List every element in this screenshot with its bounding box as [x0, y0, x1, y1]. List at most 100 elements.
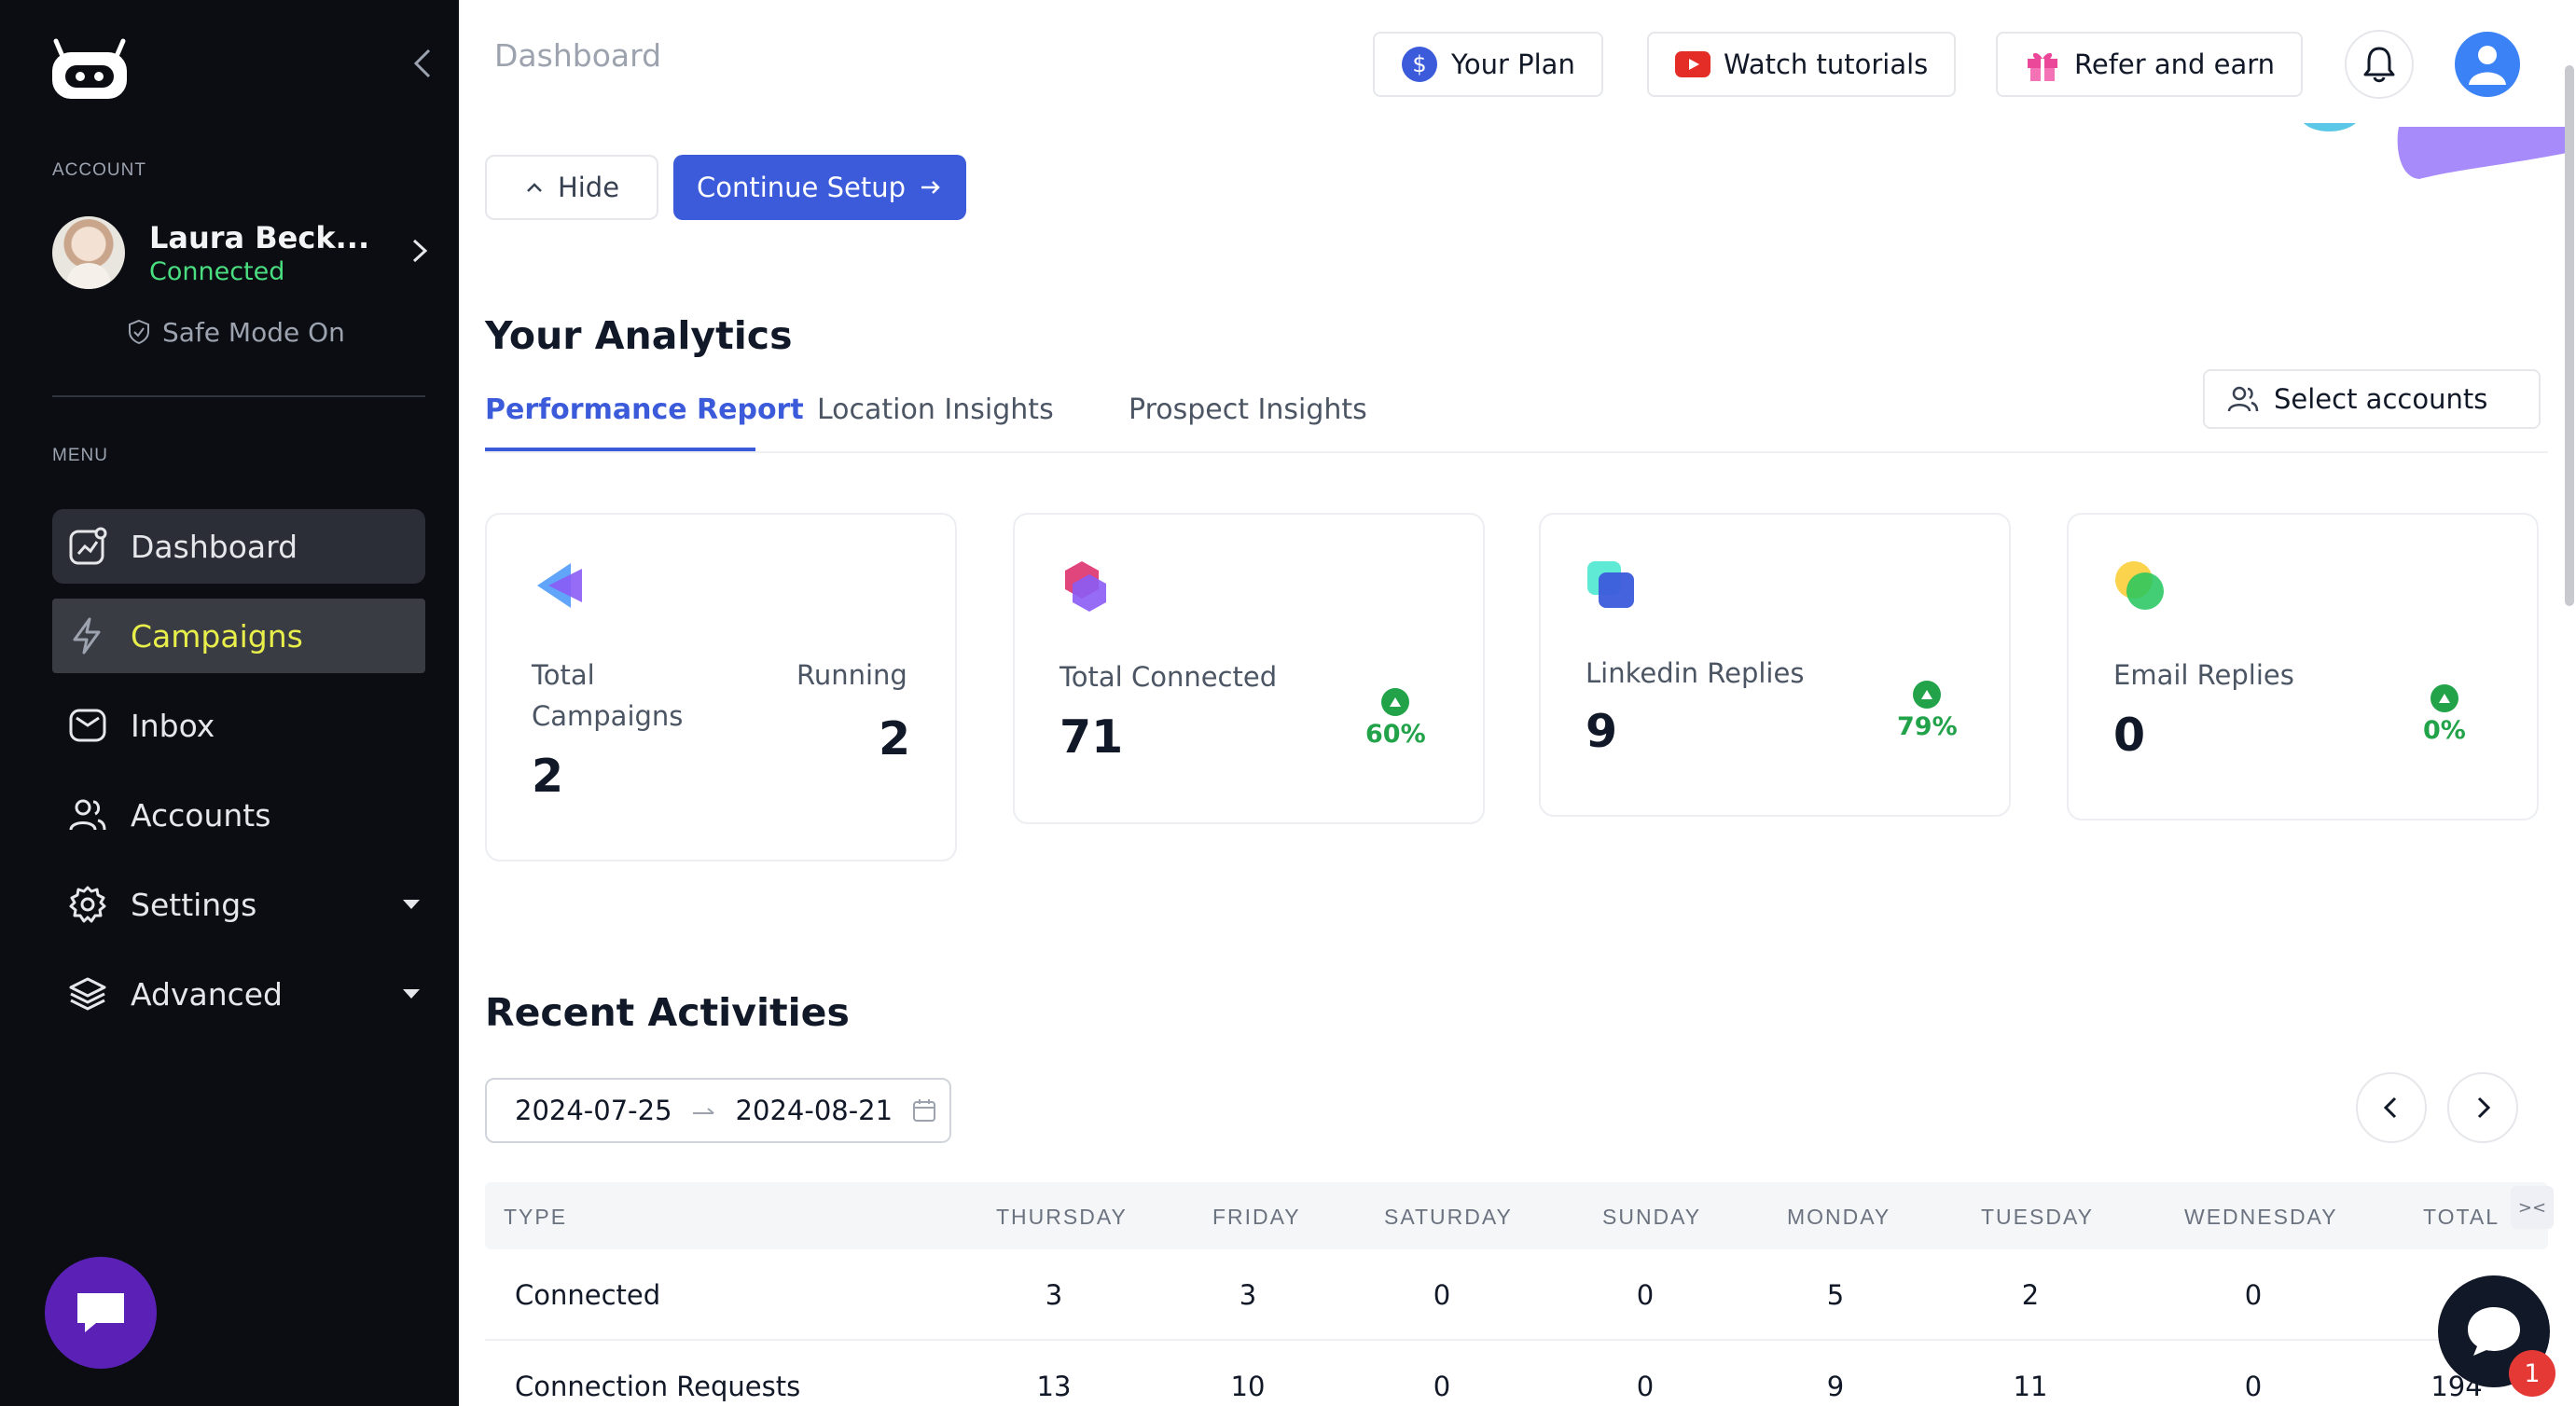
table-row: Connected 3 3 0 0 5 2 0: [485, 1249, 2548, 1341]
recent-activities-title: Recent Activities: [485, 990, 850, 1035]
sidebar-divider: [52, 395, 425, 397]
page-scrollbar[interactable]: [2565, 65, 2574, 606]
row-type: Connected: [515, 1279, 661, 1311]
arrow-right-icon: [692, 1108, 714, 1114]
profile-button[interactable]: [2455, 32, 2520, 97]
minimize-chat-icon[interactable]: ><: [2511, 1186, 2554, 1229]
chevron-up-icon: [527, 183, 542, 192]
continue-setup-label: Continue Setup: [696, 172, 907, 203]
sidebar: ACCOUNT Laura Beck... Connected Safe Mod…: [0, 0, 459, 1406]
total-campaigns-value: 2: [532, 750, 564, 803]
select-accounts-button[interactable]: Select accounts: [2203, 369, 2541, 429]
account-switcher[interactable]: Laura Beck... Connected: [52, 214, 428, 291]
sidebar-item-dashboard[interactable]: Dashboard: [52, 509, 425, 584]
sidebar-item-settings[interactable]: Settings: [52, 867, 425, 942]
robot-logo-icon[interactable]: [48, 37, 131, 103]
shield-check-icon: [129, 319, 149, 345]
lightning-icon: [73, 617, 101, 655]
cell-monday: 9: [1826, 1371, 1845, 1402]
cell-monday: 5: [1826, 1279, 1845, 1311]
column-header-thursday: THURSDAY: [996, 1205, 1128, 1229]
column-header-wednesday: WEDNESDAY: [2184, 1205, 2338, 1229]
svg-text:$: $: [1412, 51, 1426, 77]
gear-icon: [69, 886, 106, 923]
page-title: Dashboard: [494, 37, 662, 74]
watch-tutorials-label: Watch tutorials: [1724, 48, 1929, 80]
tab-location-insights[interactable]: Location Insights: [817, 393, 1054, 426]
linkedin-replies-card: Linkedin Replies 9 79%: [1539, 513, 2011, 817]
column-header-friday: FRIDAY: [1212, 1205, 1301, 1229]
calendar-icon: [913, 1099, 936, 1122]
notifications-button[interactable]: [2345, 30, 2414, 99]
caret-down-icon: [403, 900, 420, 909]
hide-setup-button[interactable]: Hide: [485, 155, 658, 220]
refer-and-earn-button[interactable]: Refer and earn: [1996, 32, 2304, 97]
youtube-icon: [1675, 51, 1710, 77]
caret-down-icon: [403, 989, 420, 999]
linkedin-replies-card-icon: [1587, 561, 1634, 608]
arrow-up-icon: [1913, 681, 1942, 709]
sidebar-item-label: Campaigns: [131, 617, 303, 655]
date-end[interactable]: 2024-08-21: [736, 1095, 893, 1126]
email-replies-card-icon: [2115, 561, 2164, 610]
cell-tuesday: 11: [2013, 1371, 2048, 1402]
total-campaigns-card: Total Campaigns 2 Running 2: [485, 513, 957, 862]
cell-friday: 10: [1230, 1371, 1266, 1402]
chevron-right-icon: [403, 235, 435, 267]
sidebar-item-inbox[interactable]: Inbox: [52, 688, 425, 763]
chevron-right-icon: [2477, 1096, 2491, 1119]
select-accounts-label: Select accounts: [2274, 383, 2488, 415]
cell-thursday: 3: [1045, 1279, 1063, 1311]
connected-card-icon: [1065, 561, 1106, 612]
menu-section-label: MENU: [52, 446, 108, 465]
chevron-left-icon: [2383, 1096, 2397, 1119]
sidebar-item-label: Inbox: [131, 707, 215, 744]
sidebar-item-campaigns[interactable]: Campaigns: [52, 599, 425, 673]
total-campaigns-label-line1: Total: [532, 659, 595, 691]
sidebar-item-advanced[interactable]: Advanced: [52, 957, 425, 1031]
running-label: Running: [796, 659, 907, 691]
total-connected-percent: 60%: [1365, 720, 1426, 749]
active-tab-indicator: [485, 448, 755, 451]
continue-setup-button[interactable]: Continue Setup: [673, 155, 966, 220]
refer-and-earn-label: Refer and earn: [2074, 48, 2276, 80]
total-connected-label: Total Connected: [1059, 661, 1278, 693]
sidebar-item-label: Dashboard: [131, 528, 298, 565]
tab-prospect-insights[interactable]: Prospect Insights: [1129, 393, 1367, 426]
your-plan-button[interactable]: $ Your Plan: [1373, 32, 1603, 97]
cell-sunday: 0: [1636, 1279, 1655, 1311]
total-campaigns-label: Total Campaigns: [532, 655, 683, 737]
table-header: TYPE THURSDAY FRIDAY SATURDAY SUNDAY MON…: [485, 1182, 2548, 1249]
sidebar-item-label: Advanced: [131, 975, 284, 1013]
arrow-right-icon: [921, 181, 940, 194]
sidebar-item-accounts[interactable]: Accounts: [52, 778, 425, 852]
linkedin-replies-value: 9: [1586, 705, 1618, 758]
cell-friday: 3: [1239, 1279, 1257, 1311]
account-name: Laura Beck...: [149, 220, 370, 255]
column-header-type: TYPE: [504, 1205, 568, 1229]
cell-thursday: 13: [1036, 1371, 1072, 1402]
cell-wednesday: 0: [2244, 1279, 2263, 1311]
watch-tutorials-button[interactable]: Watch tutorials: [1647, 32, 1957, 97]
gift-icon: [2028, 52, 2057, 81]
date-start[interactable]: 2024-07-25: [515, 1095, 672, 1126]
linkedin-replies-label: Linkedin Replies: [1586, 657, 1805, 689]
tab-performance-report[interactable]: Performance Report: [485, 393, 804, 426]
date-range-picker[interactable]: 2024-07-25 2024-08-21: [485, 1078, 951, 1143]
cell-tuesday: 2: [2021, 1279, 2040, 1311]
collapse-sidebar-icon[interactable]: [405, 45, 442, 82]
email-replies-value: 0: [2113, 709, 2146, 762]
next-week-button[interactable]: [2447, 1072, 2518, 1143]
support-chat-button[interactable]: [45, 1257, 157, 1369]
arrow-up-icon: [2430, 684, 2458, 712]
user-icon: [2469, 46, 2506, 85]
layers-icon: [69, 977, 106, 1011]
previous-week-button[interactable]: [2356, 1072, 2427, 1143]
running-value: 2: [879, 712, 911, 765]
notification-count-badge: 1: [2509, 1350, 2555, 1397]
main-content: Dashboard $ Your Plan Watch tutorials Re…: [459, 0, 2576, 1406]
arrow-up-icon: [1381, 688, 1410, 716]
cell-sunday: 0: [1636, 1371, 1655, 1402]
decorative-shape: [2212, 90, 2567, 183]
column-header-saturday: SATURDAY: [1384, 1205, 1513, 1229]
